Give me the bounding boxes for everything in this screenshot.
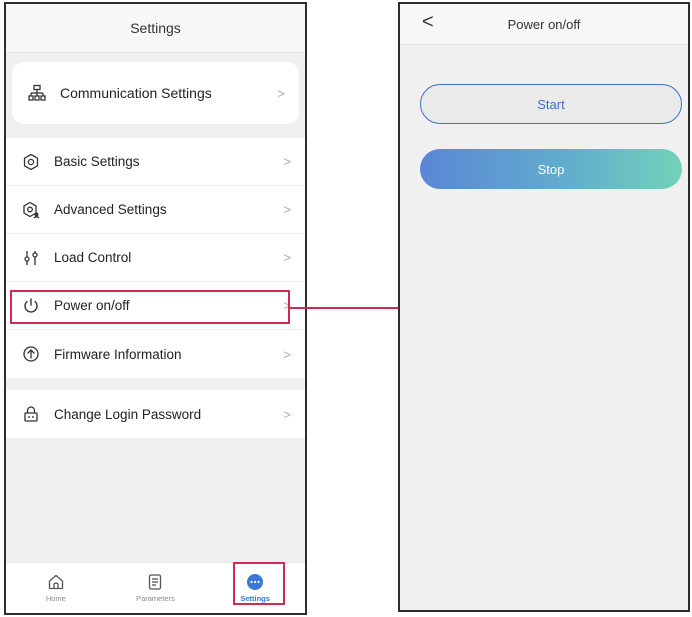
chevron-right-icon: > (283, 154, 291, 169)
start-button[interactable]: Start (420, 84, 682, 124)
power-item-highlight (10, 290, 290, 324)
menu-item-firmware-information[interactable]: Firmware Information > (6, 330, 305, 378)
back-arrow-icon[interactable]: < (422, 12, 434, 32)
tab-label: Parameters (136, 594, 175, 603)
menu-item-label: Advanced Settings (54, 202, 167, 217)
menu-item-advanced-settings[interactable]: Advanced Settings > (6, 186, 305, 234)
gear-user-icon (22, 201, 40, 219)
tab-home[interactable]: Home (21, 573, 91, 603)
arrow-connector (290, 307, 402, 309)
home-icon (47, 573, 65, 591)
document-icon (146, 573, 164, 591)
network-icon (28, 84, 46, 102)
chevron-right-icon: > (283, 406, 291, 422)
menu-item-basic-settings[interactable]: Basic Settings > (6, 138, 305, 186)
menu-item-change-login-password[interactable]: Change Login Password > (6, 390, 305, 438)
chevron-right-icon: > (283, 250, 291, 265)
settings-tab-highlight (233, 562, 285, 605)
menu-item-load-control[interactable]: Load Control > (6, 234, 305, 282)
lock-icon (22, 405, 40, 423)
gear-icon (22, 153, 40, 171)
tab-parameters[interactable]: Parameters (120, 573, 190, 603)
page-title: Settings (130, 20, 181, 36)
communication-settings-label: Communication Settings (60, 85, 212, 101)
menu-item-label: Load Control (54, 250, 132, 265)
page-title: Power on/off (507, 16, 581, 32)
power-header: < Power on/off (400, 4, 688, 45)
chevron-right-icon: > (277, 85, 285, 101)
tab-label: Home (45, 594, 66, 603)
settings-menu-list: Basic Settings > Advanced Settings > Loa… (6, 138, 305, 378)
power-on-off-screen: < Power on/off Start Stop (398, 2, 690, 612)
upload-icon (22, 345, 40, 363)
stop-button[interactable]: Stop (420, 149, 682, 189)
chevron-right-icon: > (283, 346, 291, 362)
settings-header: Settings (6, 4, 305, 53)
password-menu-list: Change Login Password > (6, 390, 305, 438)
menu-item-label: Basic Settings (54, 154, 140, 169)
menu-item-label: Firmware Information (54, 346, 182, 362)
sliders-icon (22, 249, 40, 267)
communication-settings-item[interactable]: Communication Settings > (12, 62, 299, 124)
menu-item-label: Change Login Password (54, 406, 202, 422)
chevron-right-icon: > (283, 202, 291, 217)
